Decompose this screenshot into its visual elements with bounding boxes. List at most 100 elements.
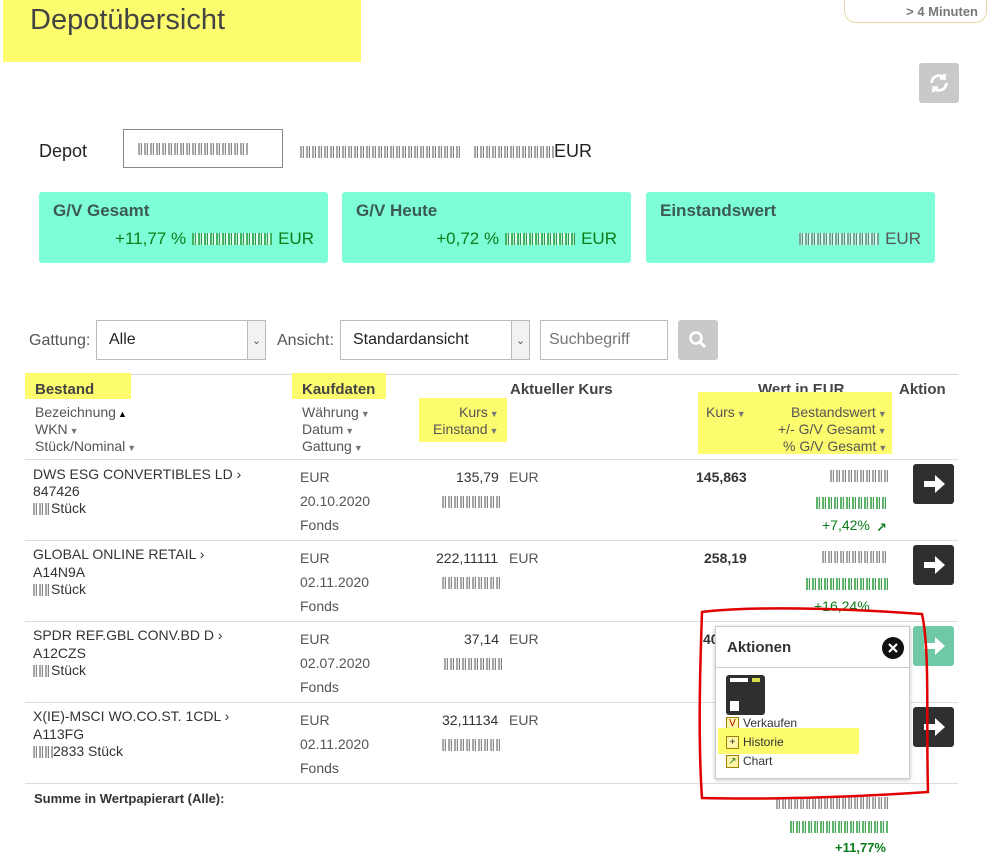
sum-label: Summe in Wertpapierart (Alle): (34, 791, 225, 806)
redacted-depot-number (138, 142, 248, 155)
redacted-einstand (444, 655, 502, 673)
sort-bezeichnung[interactable]: Bezeichnung ▲ (35, 404, 127, 420)
annotation-outline (698, 607, 930, 800)
row-qty: Stück (33, 500, 86, 516)
sort-gattung[interactable]: Gattung ▼ (302, 438, 363, 454)
card-gv-heute: G/V Heute +0,72 % EUR (342, 192, 631, 263)
row-cur-price: 145,863 (696, 469, 747, 485)
depot-currency: EUR (554, 141, 593, 161)
row-currency: EUR (300, 631, 330, 647)
redacted-einstand (442, 493, 502, 511)
gattung-label: Gattung: (29, 332, 91, 349)
row-kurs: 32,11134 (442, 712, 499, 728)
row-currency: EUR (300, 469, 330, 485)
row-divider (25, 540, 958, 541)
sort-datum[interactable]: Datum ▼ (302, 421, 354, 437)
row-date: 02.07.2020 (300, 655, 371, 671)
chevron-down-icon: ⌄ (247, 321, 265, 359)
card-percent: +0,72 % (436, 229, 500, 248)
table-top-border (25, 374, 958, 375)
row-name[interactable]: GLOBAL ONLINE RETAIL › (33, 546, 204, 562)
arrow-right-icon (923, 475, 945, 493)
depot-select[interactable] (123, 129, 283, 168)
card-value: +0,72 % EUR (436, 229, 617, 249)
row-cur-currency: EUR (509, 550, 539, 566)
row-kurs: 222,11111 (436, 550, 499, 566)
row-wkn: A113FG (33, 726, 85, 742)
refresh-icon (930, 73, 948, 93)
sort-bestandswert[interactable]: Bestandswert ▼ (791, 404, 887, 420)
ansicht-select[interactable]: Standardansicht ⌄ (340, 320, 530, 360)
sort-kurs[interactable]: Kurs ▼ (459, 404, 499, 420)
redacted-depot-name (300, 145, 460, 158)
chevron-down-icon: ⌄ (511, 321, 529, 359)
ansicht-label: Ansicht: (277, 332, 334, 349)
redacted-einstand (442, 736, 502, 754)
arrow-right-icon (923, 556, 945, 574)
search-button[interactable] (678, 320, 718, 360)
depot-label: Depot (39, 141, 88, 161)
redacted-bestandswert (822, 548, 888, 566)
redacted-amount (192, 233, 273, 245)
redacted-sum-gv (790, 818, 888, 836)
row-date: 02.11.2020 (300, 574, 370, 590)
group-bestand: Bestand (35, 381, 95, 398)
sort-stueck[interactable]: Stück/Nominal ▼ (35, 438, 136, 454)
row-currency: EUR (300, 712, 330, 728)
row-cur-price: 258,19 (704, 550, 747, 566)
card-currency: EUR (885, 229, 921, 248)
depot-total: EUR (300, 141, 592, 162)
redacted-einstand (442, 574, 502, 592)
sort-wkn[interactable]: WKN ▼ (35, 421, 79, 437)
row-cur-currency: EUR (509, 469, 539, 485)
search-input[interactable] (540, 320, 668, 360)
card-value: +11,77 % EUR (115, 229, 314, 249)
row-currency: EUR (300, 550, 330, 566)
card-title: G/V Heute (356, 201, 438, 220)
row-action-button[interactable] (913, 464, 954, 504)
row-qty: 2833 Stück (33, 743, 123, 759)
ansicht-value: Standardansicht (353, 331, 469, 348)
refresh-timer: > 4 Minuten (844, 0, 987, 23)
row-date: 20.10.2020 (300, 493, 371, 509)
row-type: Fonds (300, 517, 339, 533)
row-type: Fonds (300, 598, 339, 614)
card-title: Einstandswert (660, 201, 777, 220)
redacted-bestandswert (830, 467, 888, 485)
sort-gv-gesamt[interactable]: +/- G/V Gesamt ▼ (778, 421, 887, 437)
redacted-amount (505, 233, 576, 245)
row-name[interactable]: SPDR REF.GBL CONV.BD D › (33, 627, 223, 643)
trend-up-icon: ↗ (876, 520, 887, 535)
sort-waehrung[interactable]: Währung ▼ (302, 404, 370, 420)
gattung-select[interactable]: Alle ⌄ (96, 320, 266, 360)
card-einstandswert: Einstandswert EUR (646, 192, 935, 263)
redacted-depot-amount (474, 145, 554, 158)
gattung-value: Alle (109, 331, 136, 348)
sort-pct-gv[interactable]: % G/V Gesamt ▼ (783, 438, 887, 454)
card-gv-gesamt: G/V Gesamt +11,77 % EUR (39, 192, 328, 263)
row-wkn: 847426 (33, 483, 80, 499)
redacted-amount (799, 233, 880, 245)
group-aktueller-kurs: Aktueller Kurs (510, 381, 613, 398)
row-action-button[interactable] (913, 545, 954, 585)
sort-einstand[interactable]: Einstand ▼ (433, 421, 498, 437)
row-name[interactable]: DWS ESG CONVERTIBLES LD › (33, 466, 241, 482)
row-kurs: 37,14 (464, 631, 500, 647)
row-cur-currency: EUR (509, 712, 539, 728)
row-name[interactable]: X(IE)-MSCI WO.CO.ST. 1CDL › (33, 708, 229, 724)
row-type: Fonds (300, 679, 339, 695)
card-currency: EUR (278, 229, 314, 248)
row-qty: Stück (33, 581, 86, 597)
row-wkn: A14N9A (33, 564, 86, 580)
row-divider (25, 459, 958, 460)
redacted-gv (816, 494, 888, 512)
sort-kurs-aktuell[interactable]: Kurs ▼ (706, 404, 746, 420)
card-title: G/V Gesamt (53, 201, 150, 220)
row-cur-currency: EUR (509, 631, 539, 647)
search-icon (689, 331, 707, 349)
sum-pct: +11,77% (835, 840, 886, 855)
row-type: Fonds (300, 760, 339, 776)
reload-button[interactable] (919, 63, 959, 103)
row-date: 02.11.2020 (300, 736, 370, 752)
card-value: EUR (799, 229, 921, 249)
